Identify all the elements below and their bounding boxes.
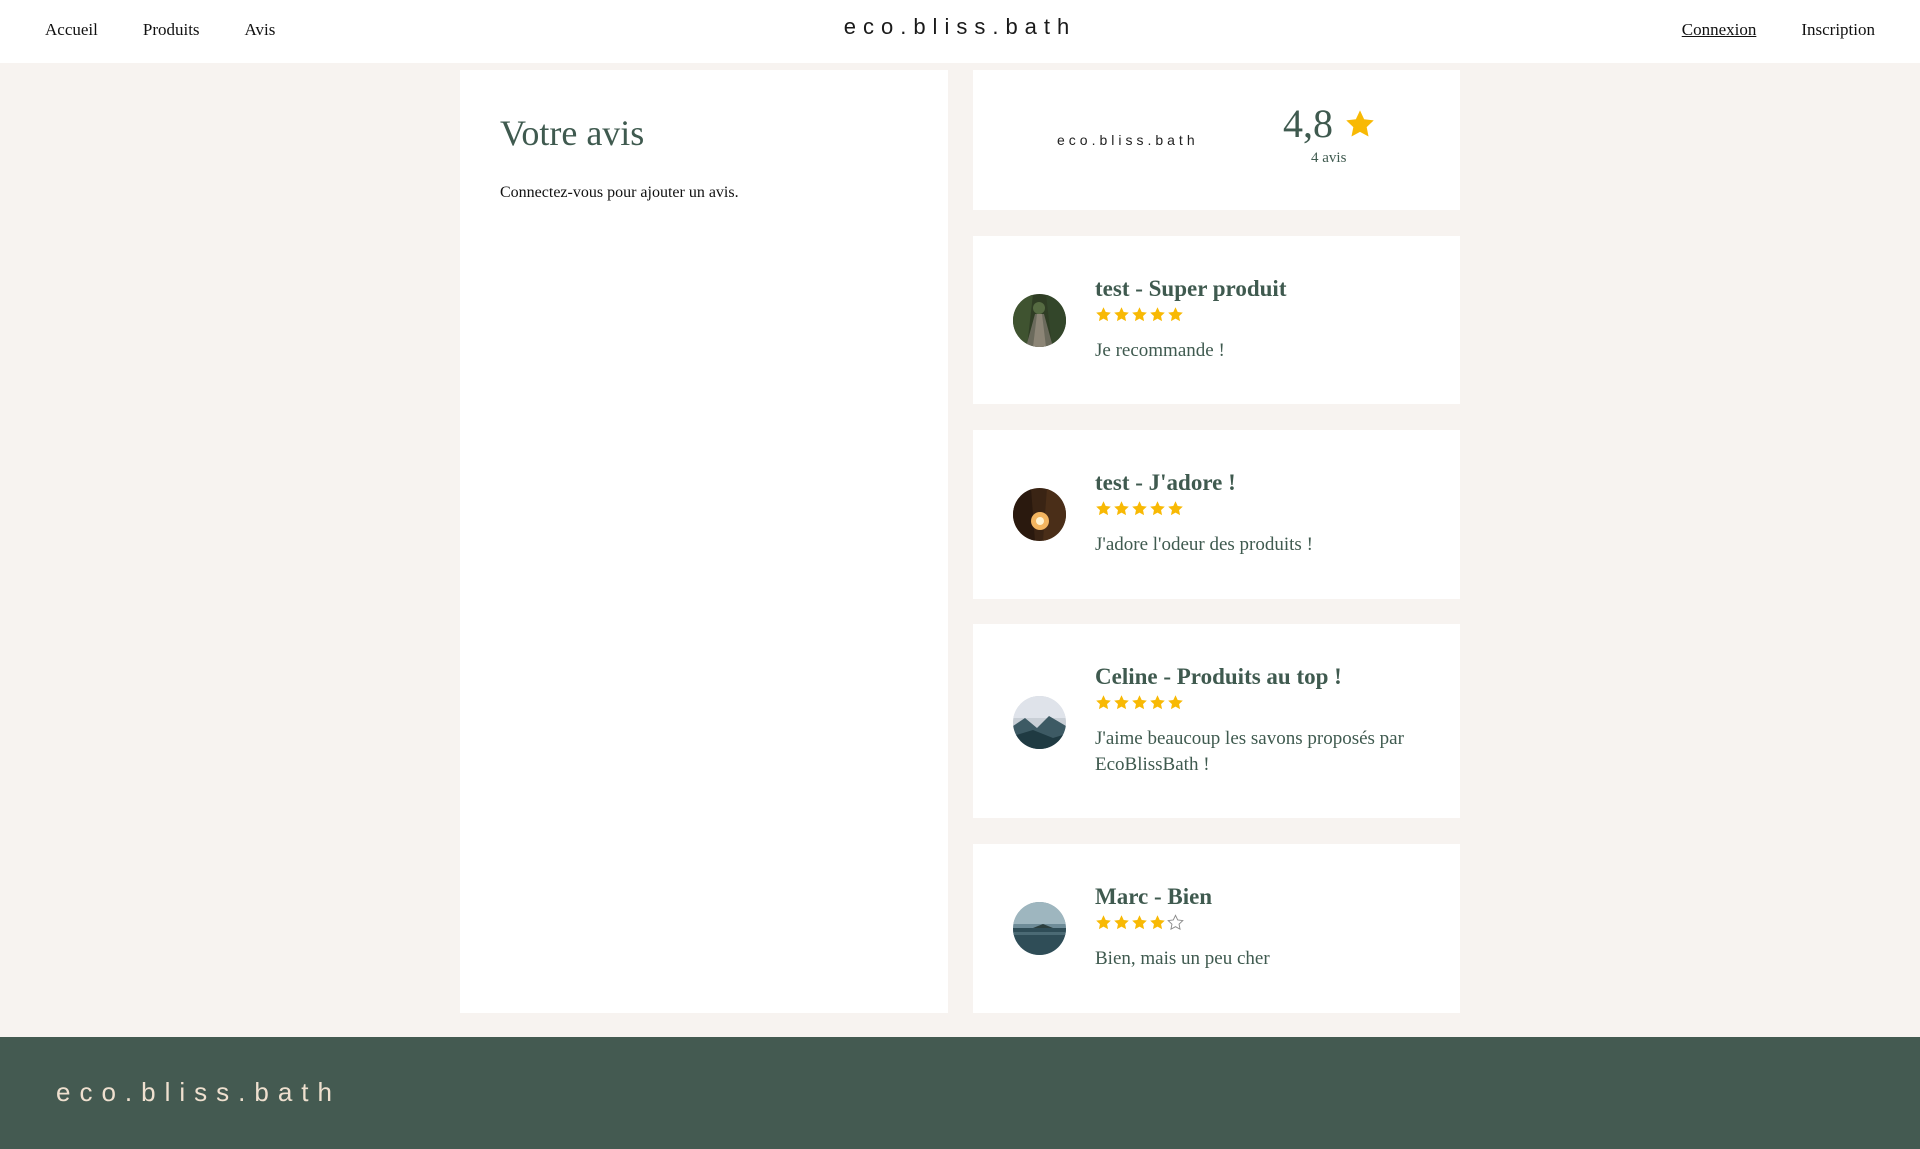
star-filled-icon [1114, 501, 1129, 516]
star-filled-icon [1168, 501, 1183, 516]
rating-stars [1095, 914, 1184, 931]
site-logo[interactable]: eco.bliss.bath [0, 14, 1920, 40]
star-filled-icon [1150, 307, 1165, 322]
review-title: test - Super produit [1095, 276, 1287, 301]
avatar [1013, 488, 1066, 541]
rating-summary: eco.bliss.bath 4,8 4 avis [973, 70, 1460, 210]
review-text: Bien, mais un peu cher [1095, 948, 1270, 969]
signup-link[interactable]: Inscription [1801, 20, 1875, 40]
star-empty-icon [1167, 914, 1184, 931]
star-filled-icon [1114, 307, 1129, 322]
review-title: test - J'adore ! [1095, 470, 1236, 495]
review-title: Marc - Bien [1095, 884, 1213, 909]
star-filled-icon [1132, 501, 1147, 516]
star-filled-icon [1168, 695, 1183, 710]
star-filled-icon [1150, 695, 1165, 710]
review-card: test - J'adore ! J'adore l'odeur des pro… [973, 430, 1460, 599]
star-filled-icon [1132, 695, 1147, 710]
form-title: Votre avis [500, 113, 645, 153]
avatar [1013, 294, 1066, 347]
login-link[interactable]: Connexion [1682, 20, 1757, 40]
review-title: Celine - Produits au top ! [1095, 664, 1342, 689]
star-filled-icon [1132, 307, 1147, 322]
star-filled-icon [1096, 501, 1111, 516]
review-count: 4 avis [1311, 150, 1347, 166]
summary-brand: eco.bliss.bath [1057, 132, 1199, 148]
review-card: Celine - Produits au top ! J'aime beauco… [973, 624, 1460, 818]
rating-stars [1095, 500, 1184, 517]
review-card: Marc - Bien Bien, mais un peu cher [973, 844, 1460, 1013]
footer: eco.bliss.bath [0, 1037, 1920, 1149]
star-icon [1346, 110, 1374, 137]
rating-stars [1095, 306, 1184, 323]
review-text: J'aime beaucoup les savons proposés par … [1095, 728, 1404, 775]
star-filled-icon [1096, 307, 1111, 322]
star-filled-icon [1114, 915, 1129, 930]
star-filled-icon [1132, 915, 1147, 930]
star-filled-icon [1150, 915, 1165, 930]
top-navbar: Accueil Produits Avis eco.bliss.bath Con… [0, 0, 1920, 63]
star-filled-icon [1150, 501, 1165, 516]
account-nav: Connexion Inscription [1682, 20, 1875, 40]
review-text: Je recommande ! [1095, 340, 1225, 361]
review-text: J'adore l'odeur des produits ! [1095, 534, 1313, 555]
average-score: 4,8 [1283, 101, 1333, 146]
avatar [1013, 902, 1066, 955]
footer-logo: eco.bliss.bath [56, 1077, 341, 1107]
star-filled-icon [1114, 695, 1129, 710]
star-filled-icon [1096, 915, 1111, 930]
star-filled-icon [1096, 695, 1111, 710]
review-card: test - Super produit Je recommande ! [973, 236, 1460, 404]
rating-stars [1095, 694, 1184, 711]
login-prompt: Connectez-vous pour ajouter un avis. [500, 184, 739, 201]
star-filled-icon [1168, 307, 1183, 322]
avatar [1013, 696, 1066, 749]
review-form-panel: Votre avis Connectez-vous pour ajouter u… [460, 70, 948, 1013]
